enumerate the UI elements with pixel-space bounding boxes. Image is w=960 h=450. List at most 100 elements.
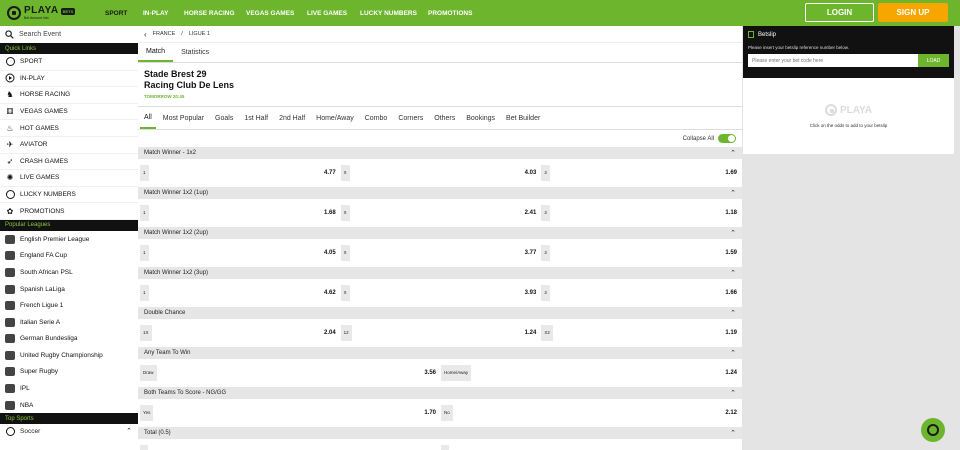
league-item[interactable]: England FA Cup	[0, 248, 138, 265]
search-event[interactable]: Search Event	[0, 26, 138, 43]
sidebar-item-promotions[interactable]: ✿ PROMOTIONS	[0, 203, 138, 220]
away-team: Racing Club De Lens	[144, 80, 235, 90]
sidebar-item-crash-games[interactable]: ➶ CRASH GAMES	[0, 154, 138, 171]
sidebar-item-hot-games[interactable]: ♨ HOT GAMES	[0, 120, 138, 137]
league-item[interactable]: Italian Serie A	[0, 314, 138, 331]
market-header[interactable]: Total (0.5) ⌃	[138, 427, 742, 439]
sidebar-item-in-play[interactable]: IN-PLAY	[0, 71, 138, 88]
odd-button[interactable]: 2 1.59	[541, 244, 740, 261]
market-header[interactable]: Match Winner - 1x2 ⌃	[138, 147, 742, 159]
tab-all[interactable]: All	[140, 107, 156, 129]
market-odds-row: 1 1.68 X 2.41 2 1.18	[138, 199, 742, 226]
market-header[interactable]: Match Winner 1x2 (3up) ⌃	[138, 267, 742, 279]
back-chevron-icon[interactable]: ‹	[144, 30, 147, 39]
league-item[interactable]: Spanish LaLiga	[0, 281, 138, 298]
sidebar-item-vegas-games[interactable]: ⚅ VEGAS GAMES	[0, 104, 138, 121]
betslip-header: Betslip Please insert your betslip refer…	[743, 26, 954, 78]
market-header[interactable]: Any Team To Win ⌃	[138, 347, 742, 359]
odd-label: 2	[541, 244, 550, 261]
league-item[interactable]: South African PSL	[0, 264, 138, 281]
league-item[interactable]: IPL	[0, 380, 138, 397]
league-item[interactable]: Super Rugby	[0, 364, 138, 381]
odd-button[interactable]: 2 1.66	[541, 284, 740, 301]
odd-value: 2.12	[725, 409, 737, 416]
odd-value: 1.70	[424, 409, 436, 416]
lion-logo-icon	[824, 104, 837, 116]
signup-button[interactable]: SIGN UP	[878, 3, 948, 22]
odd-label: X2	[541, 324, 553, 341]
live-icon: ✺	[6, 173, 14, 183]
tab-home-away[interactable]: Home/Away	[312, 107, 358, 129]
load-button[interactable]: LOAD	[918, 54, 949, 67]
tab-most-popular[interactable]: Most Popular	[159, 107, 208, 129]
tab-1st-half[interactable]: 1st Half	[240, 107, 272, 129]
market-header[interactable]: Match Winner 1x2 (1up) ⌃	[138, 187, 742, 199]
nav-sport[interactable]: SPORT	[105, 0, 127, 26]
tab-2nd-half[interactable]: 2nd Half	[275, 107, 309, 129]
odd-value: 4.03	[524, 169, 537, 176]
odd-button[interactable]: Home/Away 1.24	[441, 364, 740, 381]
odd-value: 1.59	[725, 249, 738, 256]
league-item[interactable]: French Ligue 1	[0, 297, 138, 314]
tab-match[interactable]: Match	[138, 43, 174, 62]
odd-button[interactable]: 1X 2.04	[140, 324, 339, 341]
quick-links-heading: Quick Links	[0, 43, 138, 54]
bet-code-input[interactable]	[748, 54, 918, 67]
sidebar-item-aviator[interactable]: ✈ AVIATOR	[0, 137, 138, 154]
league-item[interactable]: United Rugby Championship	[0, 347, 138, 364]
nav-live-games[interactable]: LIVE GAMES	[307, 0, 347, 26]
tab-goals[interactable]: Goals	[211, 107, 237, 129]
tab-corners[interactable]: Corners	[394, 107, 427, 129]
sidebar-item-horse-racing[interactable]: ♞ HORSE RACING	[0, 87, 138, 104]
login-button[interactable]: LOGIN	[805, 3, 874, 22]
odd-button[interactable]: X 3.93	[340, 284, 540, 301]
odd-button[interactable]: 12 1.24	[340, 324, 540, 341]
sidebar-item-sport[interactable]: SPORT	[0, 54, 138, 71]
tab-bookings[interactable]: Bookings	[462, 107, 499, 129]
collapse-all-toggle[interactable]	[718, 134, 736, 143]
odd-button[interactable]: Yes 1.70	[140, 404, 439, 421]
nav-in-play[interactable]: IN-PLAY	[143, 0, 168, 26]
sidebar-item-label: AVIATOR	[20, 141, 48, 149]
tab-bet-builder[interactable]: Bet Builder	[502, 107, 544, 129]
odd-value: 1.19	[725, 329, 738, 336]
odd-value: 1.18	[725, 209, 738, 216]
odd-button[interactable]: No 2.12	[441, 404, 740, 421]
tab-statistics[interactable]: Statistics	[173, 43, 217, 62]
nav-promotions[interactable]: PROMOTIONS	[428, 0, 472, 26]
sport-item-soccer[interactable]: Soccer ⌃	[0, 424, 138, 439]
odd-button[interactable]: Draw 3.56	[140, 364, 439, 381]
sidebar-item-lucky-numbers[interactable]: LUCKY NUMBERS	[0, 187, 138, 204]
breadcrumb-country[interactable]: FRANCE	[153, 31, 176, 37]
chat-button[interactable]	[921, 418, 945, 442]
market-match-winner-1up: Match Winner 1x2 (1up) ⌃ 1 1.68 X 2.41 2 1.1…	[138, 187, 742, 227]
odd-button[interactable]	[441, 444, 740, 450]
odd-button[interactable]	[140, 444, 439, 450]
market-header[interactable]: Both Teams To Score - NG/GG ⌃	[138, 387, 742, 399]
market-header[interactable]: Double Chance ⌃	[138, 307, 742, 319]
odd-button[interactable]: 1 4.05	[140, 244, 339, 261]
nav-lucky-numbers[interactable]: LUCKY NUMBERS	[360, 0, 417, 26]
odd-button[interactable]: X2 1.19	[541, 324, 740, 341]
market-header[interactable]: Match Winner 1x2 (2up) ⌃	[138, 227, 742, 239]
league-item[interactable]: English Premier League	[0, 231, 138, 248]
league-item[interactable]: German Bundesliga	[0, 331, 138, 348]
odd-button[interactable]: 1 4.62	[140, 284, 339, 301]
nav-horse-racing[interactable]: HORSE RACING	[184, 0, 235, 26]
odd-button[interactable]: 2 1.69	[541, 164, 740, 181]
odd-label: 2	[541, 284, 550, 301]
league-item[interactable]: NBA	[0, 397, 138, 414]
odd-button[interactable]: 1 1.68	[140, 204, 339, 221]
odd-button[interactable]: X 4.03	[340, 164, 540, 181]
odd-button[interactable]: 1 4.77	[140, 164, 339, 181]
breadcrumb-league[interactable]: LIGUE 1	[189, 31, 210, 37]
odd-button[interactable]: 2 1.18	[541, 204, 740, 221]
tab-others[interactable]: Others	[430, 107, 459, 129]
odd-button[interactable]: X 3.77	[340, 244, 540, 261]
tab-combo[interactable]: Combo	[361, 107, 392, 129]
brand-logo[interactable]: PLAYA BETS Bet Amount info	[0, 0, 86, 26]
betslip-watermark-logo: PLAYA	[824, 104, 872, 116]
nav-vegas-games[interactable]: VEGAS GAMES	[246, 0, 294, 26]
sidebar-item-live-games[interactable]: ✺ LIVE GAMES	[0, 170, 138, 187]
odd-button[interactable]: X 2.41	[340, 204, 540, 221]
